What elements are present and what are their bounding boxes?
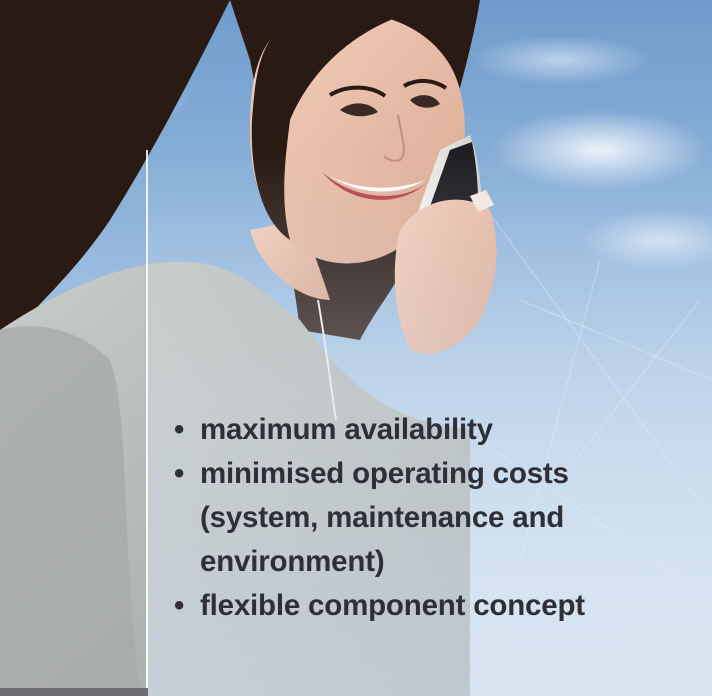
feature-text: environment) [200,545,385,578]
hero-image: • maximum availability • minimised operati… [0,0,712,696]
cloud [470,35,650,85]
feature-text: (system, maintenance and [200,501,565,534]
feature-list: • maximum availability • minimised operati… [174,408,585,628]
feature-text: maximum availability [200,413,493,446]
bullet-marker: • [174,413,185,446]
bullet-marker: • [174,589,185,622]
bottom-strip [0,688,148,696]
feature-item-continuation: (system, maintenance and [174,496,585,540]
feature-item: • minimised operating costs [174,452,585,496]
feature-item-continuation: environment) [174,540,585,584]
feature-item: • flexible component concept [174,584,585,628]
feature-item: • maximum availability [174,408,585,452]
feature-text: minimised operating costs [200,457,569,490]
bullet-marker: • [174,457,185,490]
feature-text: flexible component concept [200,589,585,622]
